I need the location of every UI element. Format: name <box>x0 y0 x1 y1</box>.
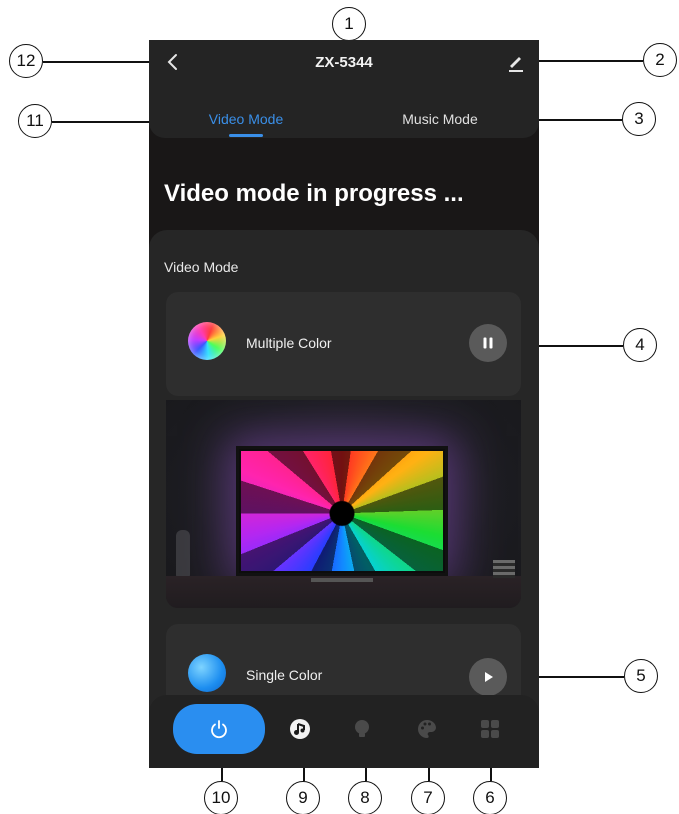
palette-icon[interactable] <box>416 718 438 740</box>
multicolor-swatch-icon <box>188 322 226 360</box>
callout-9: 9 <box>286 781 320 814</box>
multiple-color-label: Multiple Color <box>246 335 332 351</box>
app-screen: ZX-5344 Video Mode Music Mode Video mode… <box>149 40 539 768</box>
tv-screen-swirl <box>241 451 443 571</box>
callout-6: 6 <box>473 781 507 814</box>
callout-4: 4 <box>623 328 657 362</box>
callout-12: 12 <box>9 44 43 78</box>
callout-11: 11 <box>18 104 52 138</box>
pause-icon <box>483 337 493 349</box>
play-button[interactable] <box>469 658 507 696</box>
callout-1: 1 <box>332 7 366 41</box>
app-header: ZX-5344 Video Mode Music Mode <box>149 40 539 138</box>
tv-stand-shape <box>311 578 373 582</box>
callout-10: 10 <box>204 781 238 814</box>
single-color-swatch-icon <box>188 654 226 692</box>
tv-preview-image <box>166 400 521 608</box>
callout-5: 5 <box>624 659 658 693</box>
pause-button[interactable] <box>469 324 507 362</box>
tv-shape <box>236 446 448 576</box>
music-icon[interactable] <box>289 718 311 740</box>
status-title: Video mode in progress ... <box>164 180 464 207</box>
device-title: ZX-5344 <box>315 54 373 71</box>
power-icon <box>211 720 227 739</box>
callout-2-leader <box>532 60 643 62</box>
single-color-label: Single Color <box>246 667 323 683</box>
callout-3: 3 <box>622 102 656 136</box>
power-button[interactable] <box>173 704 265 754</box>
edit-icon[interactable] <box>505 51 527 73</box>
bulb-icon[interactable] <box>351 718 373 740</box>
tab-music-mode[interactable]: Music Mode <box>365 111 515 127</box>
active-tab-indicator <box>229 134 263 137</box>
callout-7: 7 <box>411 781 445 814</box>
callout-8: 8 <box>348 781 382 814</box>
tab-video-mode[interactable]: Video Mode <box>171 111 321 127</box>
grid-icon[interactable] <box>479 718 501 740</box>
callout-12-leader <box>43 61 159 63</box>
vase-shape <box>176 530 190 578</box>
multiple-color-card[interactable]: Multiple Color <box>166 292 521 396</box>
play-icon <box>485 672 493 682</box>
callout-2: 2 <box>643 43 677 77</box>
books-shape <box>493 560 515 578</box>
panel-label: Video Mode <box>164 259 239 275</box>
